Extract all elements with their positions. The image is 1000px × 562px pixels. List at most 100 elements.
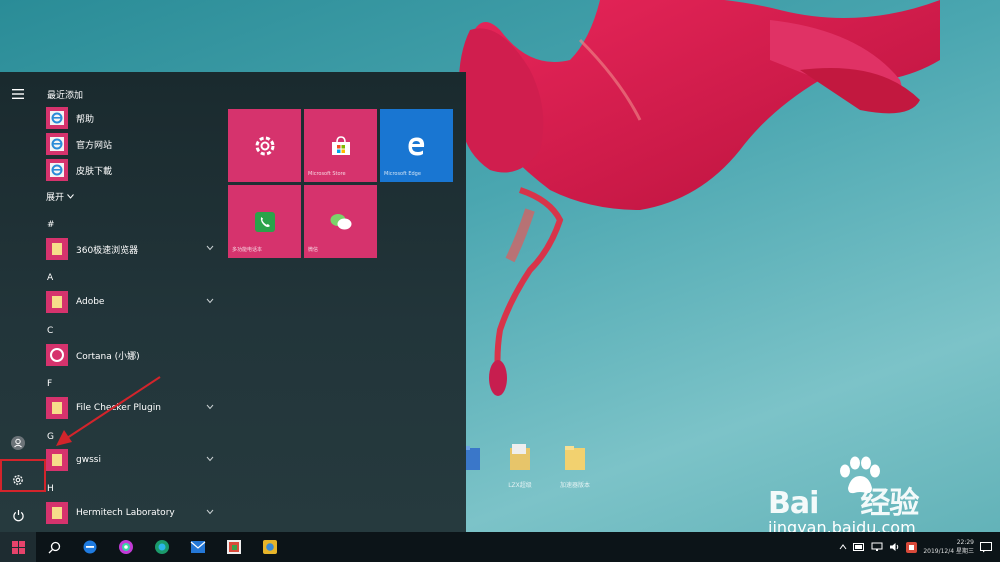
section-header[interactable]: A (47, 273, 53, 283)
section-header[interactable]: H (47, 484, 54, 494)
volume-icon[interactable] (889, 542, 900, 552)
app-name: gwssi (76, 455, 101, 465)
hamburger-icon (12, 89, 24, 99)
mail-icon (190, 541, 206, 553)
gear-icon (255, 136, 274, 155)
annotation-arrow (56, 376, 161, 446)
taskbar-clock[interactable]: 22:29 2019/12/4 星期三 (923, 538, 974, 556)
settings-highlight-box (0, 459, 46, 492)
chevron-down-icon[interactable] (206, 245, 214, 251)
app-name: 皮肤下載 (76, 166, 113, 177)
app-name: Cortana (小娜) (76, 351, 140, 362)
folder-icon (52, 296, 62, 308)
taskbar-app-edge[interactable] (72, 532, 108, 562)
browser-icon (155, 540, 169, 554)
user-icon (11, 436, 25, 450)
app-tile (46, 133, 68, 155)
color-wheel-icon (119, 540, 133, 554)
notification-icon[interactable] (980, 541, 992, 553)
edge-icon (408, 137, 424, 155)
tile-label: Microsoft Store (308, 171, 346, 177)
taskbar-app-mail[interactable] (180, 532, 216, 562)
folder-icon (52, 454, 62, 466)
battery-icon[interactable] (853, 543, 865, 551)
tool-icon (263, 540, 277, 554)
section-header[interactable]: # (47, 220, 55, 230)
wechat-icon (330, 213, 351, 229)
clock-date: 2019/12/4 星期三 (923, 548, 974, 555)
photos-icon (227, 540, 241, 554)
app-tile (46, 449, 68, 471)
app-tile (46, 238, 68, 260)
watermark-brand: Bai 经验 (768, 486, 919, 521)
store-icon (331, 135, 350, 155)
list-item[interactable]: Cortana (小娜) (46, 342, 214, 368)
app-tile (46, 159, 68, 181)
folder-icon (52, 507, 62, 519)
list-item[interactable]: gwssi (46, 447, 214, 473)
recent-header: 最近添加 (47, 91, 84, 101)
taskbar: 22:29 2019/12/4 星期三 (0, 532, 1000, 562)
cortana-icon (50, 348, 64, 362)
list-item[interactable]: 360极速浏览器 (46, 236, 214, 262)
desktop-icon-label: 加速器版本 (559, 482, 590, 489)
user-button[interactable] (0, 427, 36, 459)
app-name: 官方网站 (76, 140, 113, 151)
chevron-down-icon[interactable] (206, 509, 214, 515)
app-list: 最近添加 帮助 官方网站 皮肤下載 展开 # 360极速浏览器 A Adobe … (44, 72, 219, 532)
app-name: Adobe (76, 297, 105, 307)
ie-icon (50, 111, 64, 125)
tile-edge[interactable]: Microsoft Edge (380, 109, 453, 182)
tile-phonebook[interactable]: 多功能电话本 (228, 185, 301, 258)
ie-icon (50, 163, 64, 177)
clock-time: 22:29 (956, 539, 974, 546)
ie-icon (50, 137, 64, 151)
tile-wechat[interactable]: 微信 (304, 185, 377, 258)
app-name: Hermitech Laboratory (76, 508, 175, 518)
chevron-down-icon (67, 194, 74, 199)
edge-icon (83, 540, 97, 554)
list-item[interactable]: 皮肤下載 (46, 157, 214, 183)
chevron-down-icon[interactable] (206, 404, 214, 410)
list-item[interactable]: 帮助 (46, 105, 214, 131)
desktop-icon[interactable]: LZX超级 (490, 442, 550, 489)
start-button[interactable] (0, 532, 36, 562)
phone-icon (254, 211, 275, 232)
app-name: 360极速浏览器 (76, 245, 139, 256)
tray-expand-icon[interactable] (839, 544, 847, 550)
start-menu: 最近添加 帮助 官方网站 皮肤下載 展开 # 360极速浏览器 A Adobe … (0, 72, 466, 532)
tile-label: Microsoft Edge (384, 171, 421, 177)
chevron-down-icon[interactable] (206, 456, 214, 462)
tile-label: 微信 (308, 247, 319, 253)
ime-icon[interactable] (906, 541, 918, 553)
list-item[interactable]: Hermitech Laboratory (46, 500, 214, 526)
desktop-icon[interactable]: 加速器版本 (545, 442, 605, 489)
section-header[interactable]: C (47, 326, 53, 336)
wallpaper-flower (458, 0, 940, 396)
taskbar-app-browser[interactable] (144, 532, 180, 562)
expand-button[interactable]: 展开 (46, 190, 74, 203)
taskbar-app-photos[interactable] (216, 532, 252, 562)
tile-store[interactable]: Microsoft Store (304, 109, 377, 182)
expand-menu-button[interactable] (0, 78, 36, 110)
search-icon (48, 541, 60, 553)
folder-icon (565, 446, 585, 470)
chevron-down-icon[interactable] (206, 298, 214, 304)
power-button[interactable] (0, 499, 36, 531)
desktop-icon-label: LZX超级 (508, 482, 532, 489)
app-tile (46, 291, 68, 313)
power-icon (12, 509, 24, 521)
search-button[interactable] (36, 532, 72, 562)
list-item[interactable]: Adobe (46, 289, 214, 315)
folder-icon (52, 243, 62, 255)
app-name: 帮助 (76, 114, 95, 125)
tile-label: 多功能电话本 (232, 247, 263, 253)
network-icon[interactable] (871, 542, 883, 552)
list-item[interactable]: 官方网站 (46, 131, 214, 157)
taskbar-app-color[interactable] (108, 532, 144, 562)
expand-label: 展开 (46, 193, 65, 203)
tile-settings[interactable] (228, 109, 301, 182)
app-tile (46, 502, 68, 524)
app-tile (46, 344, 68, 366)
taskbar-app-tool[interactable] (252, 532, 288, 562)
